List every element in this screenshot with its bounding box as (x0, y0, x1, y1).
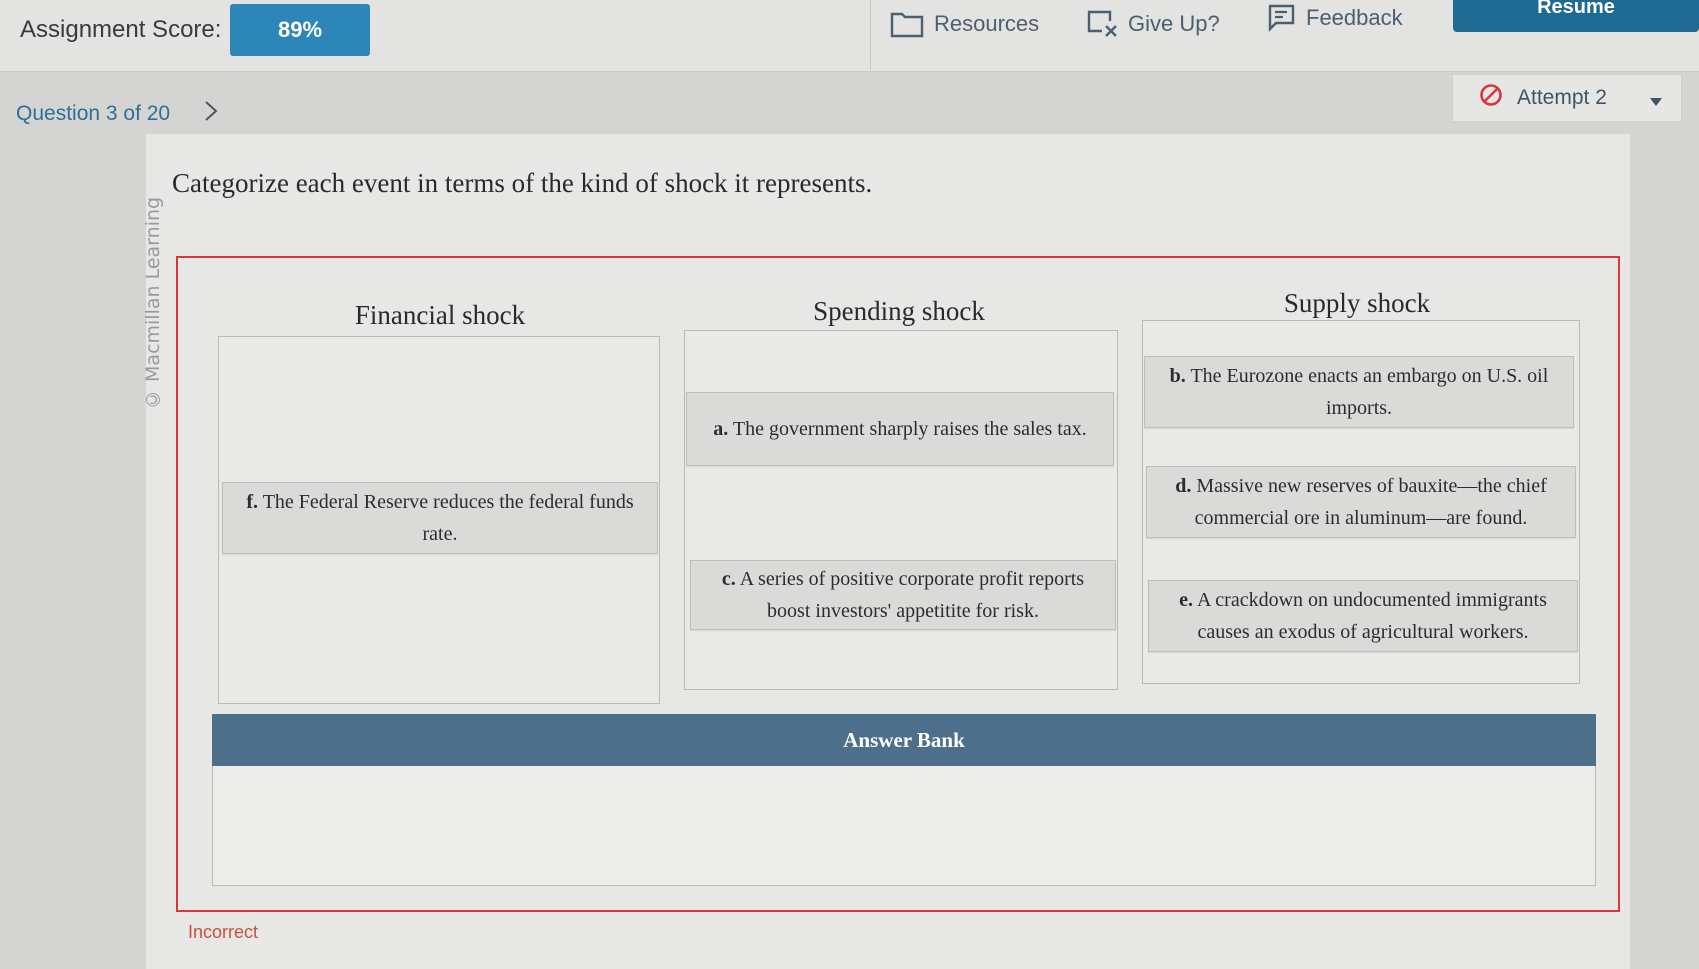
answer-card-b[interactable]: b. The Eurozone enacts an embargo on U.S… (1144, 356, 1574, 428)
card-text: a. The government sharply raises the sal… (713, 418, 1087, 440)
top-divider (870, 0, 871, 70)
answer-card-d[interactable]: d. Massive new reserves of bauxite—the c… (1146, 466, 1576, 538)
answer-card-c[interactable]: c. A series of positive corporate profit… (690, 560, 1116, 630)
answer-bank-header: Answer Bank (212, 714, 1596, 766)
assignment-score-label: Assignment Score: (20, 16, 222, 43)
bin-spending-shock[interactable] (684, 330, 1118, 690)
answer-card-a[interactable]: a. The government sharply raises the sal… (686, 392, 1114, 466)
feedback-label: Feedback (1306, 5, 1403, 30)
resources-button[interactable]: Resources (890, 6, 1039, 42)
give-up-button[interactable]: Give Up? (1086, 6, 1220, 42)
attempt-dropdown[interactable]: Attempt 2 (1452, 74, 1682, 122)
feedback-button[interactable]: Feedback (1266, 0, 1403, 36)
column-title-supply: Supply shock (1283, 288, 1431, 318)
copyright-notice: © Macmillan Learning (142, 196, 164, 410)
question-prompt: Categorize each event in terms of the ki… (172, 168, 873, 198)
give-up-label: Give Up? (1128, 11, 1220, 36)
folder-icon (890, 10, 924, 38)
column-title-spending: Spending shock (813, 296, 985, 326)
status-incorrect: Incorrect (188, 922, 259, 942)
question-nav: Question 3 of 20 (16, 100, 218, 128)
card-text: b. The Eurozone enacts an embargo on U.S… (1169, 365, 1549, 419)
attempt-label: Attempt 2 (1517, 86, 1607, 109)
card-text: e. A crackdown on undocumented immigrant… (1179, 589, 1547, 643)
resume-button[interactable]: Resume (1453, 0, 1699, 32)
question-counter: Question 3 of 20 (16, 102, 171, 125)
answer-card-e[interactable]: e. A crackdown on undocumented immigrant… (1148, 580, 1578, 652)
answer-bank-dropzone[interactable] (212, 766, 1596, 886)
no-entry-icon (1479, 83, 1503, 113)
card-text: d. Massive new reserves of bauxite—the c… (1175, 475, 1547, 529)
feedback-icon (1266, 3, 1296, 33)
give-up-icon (1086, 9, 1118, 39)
chevron-right-icon[interactable] (204, 100, 218, 128)
answer-card-f[interactable]: f. The Federal Reserve reduces the feder… (222, 482, 658, 554)
column-title-financial: Financial shock (354, 300, 526, 330)
card-text: c. A series of positive corporate profit… (721, 568, 1085, 622)
assignment-score-badge: 89% (230, 4, 370, 56)
caret-down-icon (1649, 89, 1663, 113)
card-text: f. The Federal Reserve reduces the feder… (246, 491, 634, 545)
resources-label: Resources (934, 11, 1040, 36)
top-bar: Assignment Score: 89% Resources Give Up?… (0, 0, 1699, 72)
